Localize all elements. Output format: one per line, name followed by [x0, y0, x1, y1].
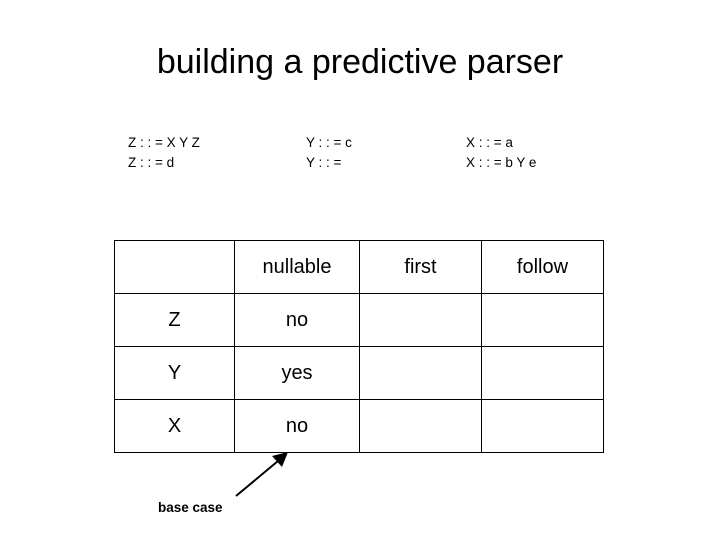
table-row: X no — [114, 399, 604, 453]
row-symbol-x: X — [114, 399, 235, 453]
row-nullable-z: no — [234, 293, 360, 347]
row-symbol-z: Z — [114, 293, 235, 347]
table-header-follow: follow — [481, 240, 604, 294]
table-row: Z no — [114, 293, 604, 347]
grammar-rules-x: X : : = a X : : = b Y e — [466, 135, 537, 171]
parse-table-container: nullable first follow Z no Y yes X no — [114, 240, 604, 453]
row-nullable-y: yes — [234, 346, 360, 400]
row-first-x — [359, 399, 482, 453]
base-case-arrow-icon — [235, 452, 288, 497]
row-follow-y — [481, 346, 604, 400]
row-symbol-y: Y — [114, 346, 235, 400]
row-nullable-x: no — [234, 399, 360, 453]
page-title: building a predictive parser — [156, 43, 564, 81]
row-follow-x — [481, 399, 604, 453]
row-follow-z — [481, 293, 604, 347]
table-header-first: first — [359, 240, 482, 294]
base-case-label: base case — [158, 500, 223, 515]
slide: building a predictive parser Z : : = X Y… — [0, 0, 720, 540]
row-first-y — [359, 346, 482, 400]
grammar-rules-z: Z : : = X Y Z Z : : = d — [128, 135, 200, 171]
row-first-z — [359, 293, 482, 347]
table-row: Y yes — [114, 346, 604, 400]
table-header-nullable: nullable — [234, 240, 360, 294]
table-header-row: nullable first follow — [114, 240, 604, 294]
parse-table: nullable first follow Z no Y yes X no — [114, 240, 604, 453]
grammar-rules-y: Y : : = c Y : : = — [306, 135, 352, 171]
table-header-symbol — [114, 240, 235, 294]
